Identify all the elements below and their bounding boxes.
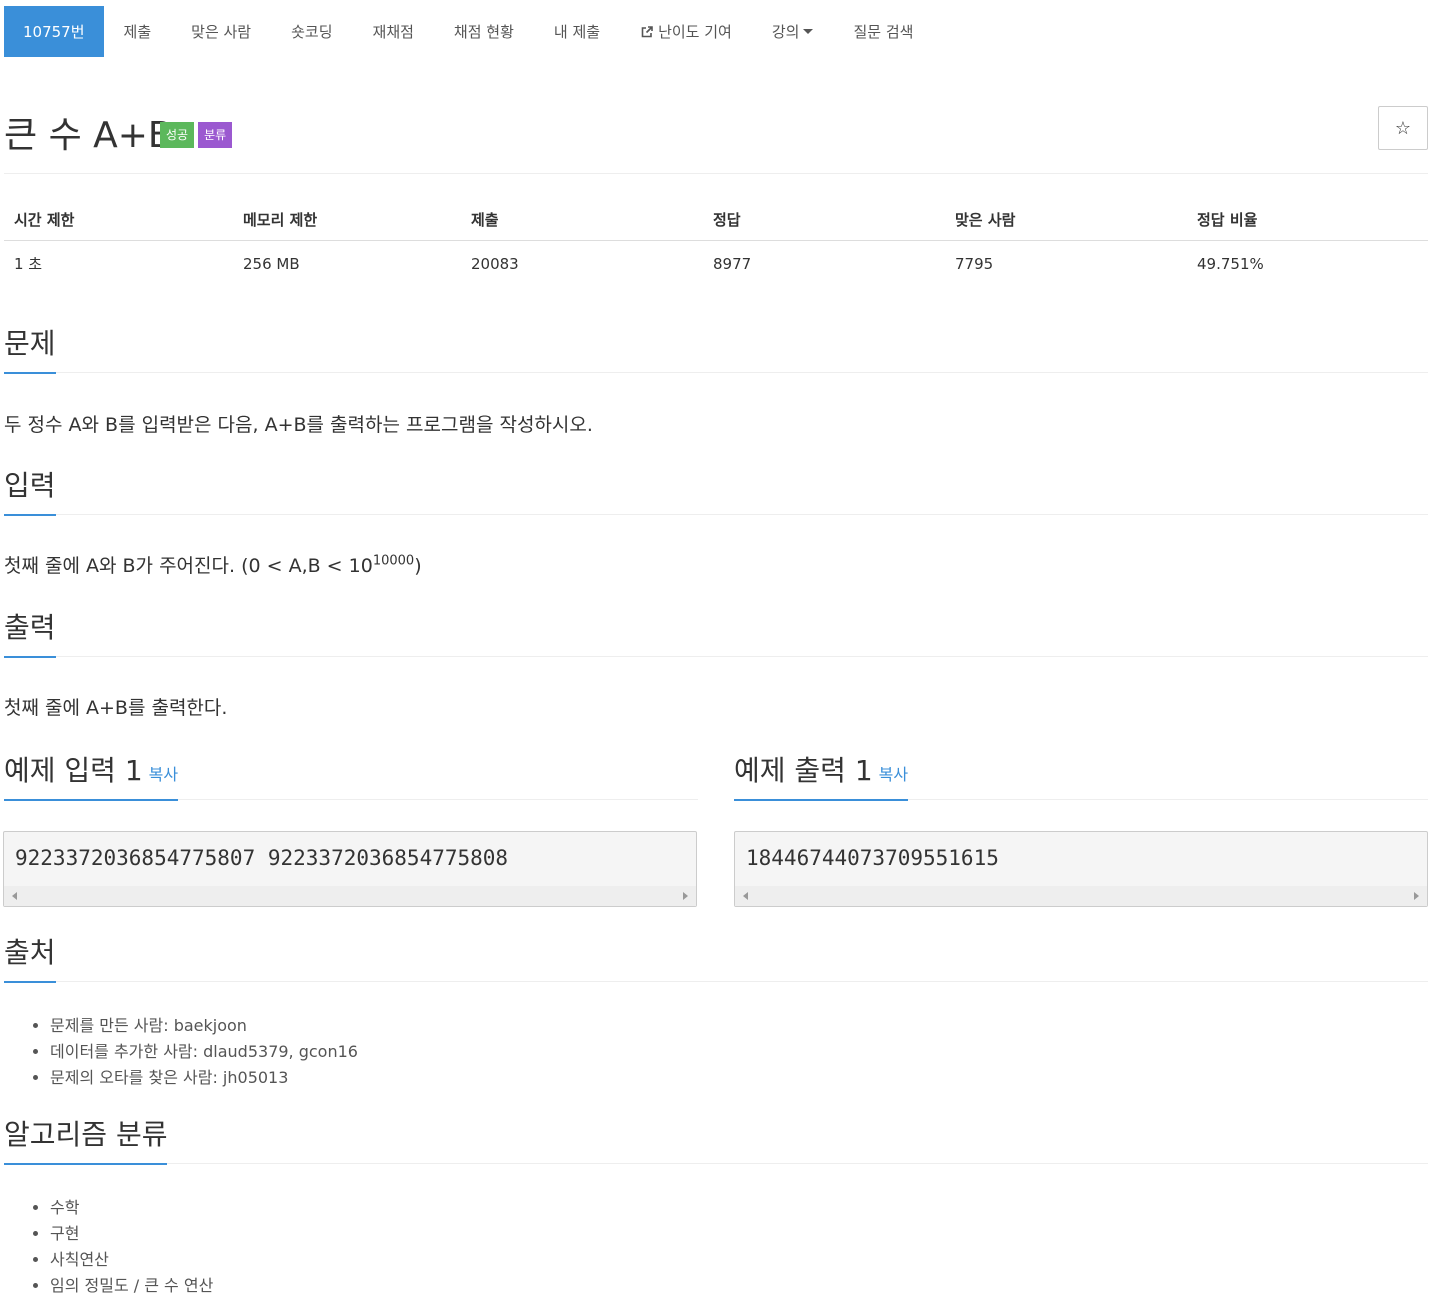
description-section-header: 문제 <box>4 318 1428 374</box>
status-badge-solved: 성공 <box>160 122 195 148</box>
tab-problem-label: 10757번 <box>23 23 85 41</box>
source-title: 출처 <box>4 931 56 983</box>
source-list: 문제를 만든 사람: baekjoon 데이터를 추가한 사람: dlaud53… <box>26 1013 358 1091</box>
scroll-right-icon[interactable] <box>683 892 688 900</box>
sample-output-scrollbar[interactable] <box>735 886 1427 906</box>
tab-my-submissions[interactable]: 내 제출 <box>534 6 620 57</box>
star-icon: ☆ <box>1394 117 1412 139</box>
tab-lectures[interactable]: 강의 <box>752 6 834 57</box>
list-item: 데이터를 추가한 사람: dlaud5379, gcon16 <box>50 1039 358 1065</box>
tab-short-coding[interactable]: 숏코딩 <box>271 6 352 57</box>
sample-output-value: 18446744073709551615 <box>746 846 999 870</box>
col-submissions: 제출 <box>461 197 703 241</box>
star-button[interactable]: ☆ <box>1378 106 1428 150</box>
input-section-header: 입력 <box>4 460 1428 516</box>
tab-rejudge-label: 재채점 <box>372 23 414 41</box>
input-text-exponent: 10000 <box>372 553 415 569</box>
cell-accepted-users: 7795 <box>955 254 994 273</box>
tab-difficulty[interactable]: 난이도 기여 <box>620 6 752 57</box>
tab-question-search-label: 질문 검색 <box>853 23 914 41</box>
input-text-main: 첫째 줄에 A와 B가 주어진다. (0 < A,B < 10 <box>4 555 373 577</box>
list-item[interactable]: 사칙연산 <box>50 1247 213 1273</box>
cell-memory-limit: 256 MB <box>243 254 300 273</box>
tab-question-search[interactable]: 질문 검색 <box>833 6 933 57</box>
cell-time-limit: 1 초 <box>14 255 43 273</box>
list-item[interactable]: 임의 정밀도 / 큰 수 연산 <box>50 1273 213 1299</box>
algorithm-title: 알고리즘 분류 <box>4 1113 168 1165</box>
sample-output-header: 예제 출력 1 복사 <box>734 742 1428 801</box>
description-title: 문제 <box>4 322 56 374</box>
output-section-header: 출력 <box>4 601 1428 658</box>
sample-input-title-text: 예제 입력 1 <box>4 754 143 787</box>
list-item[interactable]: 수학 <box>50 1195 213 1221</box>
tab-submit[interactable]: 제출 <box>104 6 172 57</box>
output-text: 첫째 줄에 A+B를 출력한다. <box>4 697 228 719</box>
col-accepted-users: 맞은 사람 <box>945 197 1187 241</box>
list-item: 문제를 만든 사람: baekjoon <box>50 1013 358 1039</box>
col-accepted: 정답 <box>703 197 945 241</box>
list-item: 문제의 오타를 찾은 사람: jh05013 <box>50 1065 358 1091</box>
sample-output-box[interactable]: 18446744073709551615 <box>734 831 1428 907</box>
external-link-icon <box>641 25 653 37</box>
sample-input-scrollbar[interactable] <box>4 886 696 906</box>
copy-sample-input-button[interactable]: 복사 <box>149 765 178 784</box>
col-time-limit: 시간 제한 <box>4 197 233 241</box>
sample-input-box[interactable]: 9223372036854775807 9223372036854775808 <box>3 831 697 907</box>
tab-lectures-label: 강의 <box>771 23 800 41</box>
cell-accepted: 8977 <box>713 254 752 273</box>
input-title: 입력 <box>4 464 56 516</box>
tab-my-submissions-label: 내 제출 <box>553 23 601 41</box>
col-accept-ratio: 정답 비율 <box>1187 197 1428 241</box>
tab-submit-label: 제출 <box>123 23 152 41</box>
tab-accepted-users[interactable]: 맞은 사람 <box>171 6 271 57</box>
problem-header: 큰 수 A+B 성공 분류 ☆ <box>4 104 1428 174</box>
sample-input-title: 예제 입력 1 복사 <box>4 749 179 801</box>
sample-input-value: 9223372036854775807 9223372036854775808 <box>15 846 509 870</box>
algorithm-section-header: 알고리즘 분류 <box>4 1109 1428 1165</box>
tab-short-coding-label: 숏코딩 <box>291 23 333 41</box>
input-text-end: ) <box>414 555 422 577</box>
tab-difficulty-label: 난이도 기여 <box>658 23 732 41</box>
list-item[interactable]: 구현 <box>50 1221 213 1247</box>
tab-rejudge[interactable]: 재채점 <box>353 6 434 57</box>
tab-accepted-users-label: 맞은 사람 <box>191 23 252 41</box>
description-text: 두 정수 A와 B를 입력받은 다음, A+B를 출력하는 프로그램을 작성하시… <box>4 414 593 436</box>
problem-info-table: 시간 제한 메모리 제한 제출 정답 맞은 사람 정답 비율 1 초 256 M… <box>4 197 1428 286</box>
scroll-right-icon[interactable] <box>1414 892 1419 900</box>
col-memory-limit: 메모리 제한 <box>233 197 461 241</box>
page-title: 큰 수 A+B <box>4 115 173 156</box>
caret-down-icon <box>803 29 814 34</box>
copy-sample-output-button[interactable]: 복사 <box>879 765 908 784</box>
problem-badges: 성공 분류 <box>160 122 233 148</box>
tab-problem[interactable]: 10757번 <box>4 6 104 57</box>
input-text: 첫째 줄에 A와 B가 주어진다. (0 < A,B < 1010000) <box>4 551 422 578</box>
algorithm-list: 수학 구현 사칙연산 임의 정밀도 / 큰 수 연산 <box>26 1195 213 1299</box>
output-title: 출력 <box>4 606 56 658</box>
sample-input-header: 예제 입력 1 복사 <box>4 742 698 801</box>
cell-accept-ratio: 49.751% <box>1197 254 1264 273</box>
scroll-left-icon[interactable] <box>743 892 748 900</box>
problem-nav: 10757번 제출 맞은 사람 숏코딩 재채점 채점 현황 내 제출 난이도 기… <box>4 6 933 57</box>
cell-submissions: 20083 <box>471 254 519 273</box>
category-badge[interactable]: 분류 <box>198 122 233 148</box>
source-section-header: 출처 <box>4 927 1428 983</box>
table-row: 1 초 256 MB 20083 8977 7795 49.751% <box>4 241 1428 287</box>
sample-output-title: 예제 출력 1 복사 <box>734 749 909 801</box>
table-header-row: 시간 제한 메모리 제한 제출 정답 맞은 사람 정답 비율 <box>4 197 1428 241</box>
tab-status-label: 채점 현황 <box>453 23 514 41</box>
scroll-left-icon[interactable] <box>12 892 17 900</box>
sample-output-title-text: 예제 출력 1 <box>734 754 873 787</box>
tab-status[interactable]: 채점 현황 <box>434 6 534 57</box>
